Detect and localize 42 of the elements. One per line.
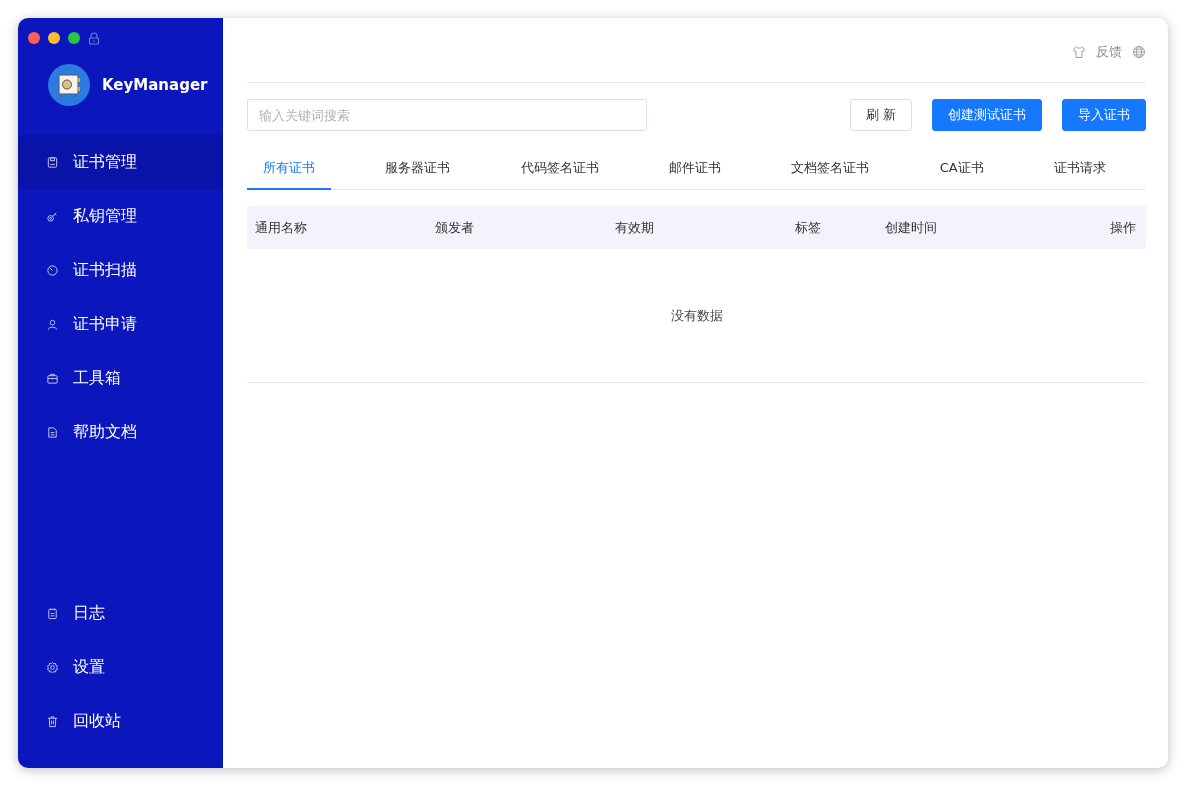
sidebar-item[interactable]: 帮助文档	[18, 405, 223, 459]
search-field[interactable]: 输入关键词搜索	[247, 99, 647, 131]
sidebar-item[interactable]: 工具箱	[18, 351, 223, 405]
tab[interactable]: 所有证书	[247, 151, 331, 190]
column-header: 标签	[795, 218, 822, 237]
tab[interactable]: 邮件证书	[653, 151, 737, 190]
clock-dial-icon	[46, 263, 59, 277]
tab[interactable]: 证书请求	[1037, 151, 1122, 190]
tab[interactable]: 服务器证书	[369, 151, 467, 190]
empty-message: 没有数据	[670, 306, 723, 325]
column-header: 通用名称	[255, 218, 308, 237]
sidebar-item[interactable]: 日志	[18, 586, 223, 640]
notepad-icon	[46, 606, 59, 620]
tab[interactable]: 代码签名证书	[504, 151, 615, 190]
sidebar-item[interactable]: 证书扫描	[18, 243, 223, 297]
close-button[interactable]	[28, 32, 40, 44]
trash-icon	[46, 714, 59, 728]
tab[interactable]: 文档签名证书	[775, 151, 886, 190]
sidebar-item[interactable]: 回收站	[18, 694, 223, 748]
refresh-button[interactable]: 刷 新	[849, 99, 912, 131]
column-header: 创建时间	[885, 218, 938, 237]
maximize-button[interactable]	[68, 32, 80, 44]
sidebar-item[interactable]: 证书管理	[18, 135, 223, 189]
app-name: KeyManager	[102, 76, 208, 94]
safe-logo-icon	[48, 64, 90, 106]
column-header: 有效期	[615, 218, 655, 237]
column-header: 操作	[1109, 218, 1137, 237]
tab[interactable]: CA证书	[923, 151, 1000, 190]
sidebar-item[interactable]: 设置	[18, 640, 223, 694]
lock-icon	[88, 31, 100, 45]
globe-icon[interactable]	[1132, 45, 1146, 59]
sidebar-item[interactable]: 证书申请	[18, 297, 223, 351]
settings-icon	[46, 660, 59, 674]
sidebar-item[interactable]: 私钥管理	[18, 189, 223, 243]
minimize-button[interactable]	[48, 32, 60, 44]
briefcase-icon	[46, 371, 59, 385]
document-icon	[46, 425, 59, 439]
user-icon	[46, 317, 59, 331]
primary-button[interactable]: 创建测试证书	[932, 99, 1042, 131]
primary-button[interactable]: 导入证书	[1062, 99, 1146, 131]
column-header: 颁发者	[435, 218, 475, 237]
tshirt-icon[interactable]	[1072, 45, 1086, 59]
